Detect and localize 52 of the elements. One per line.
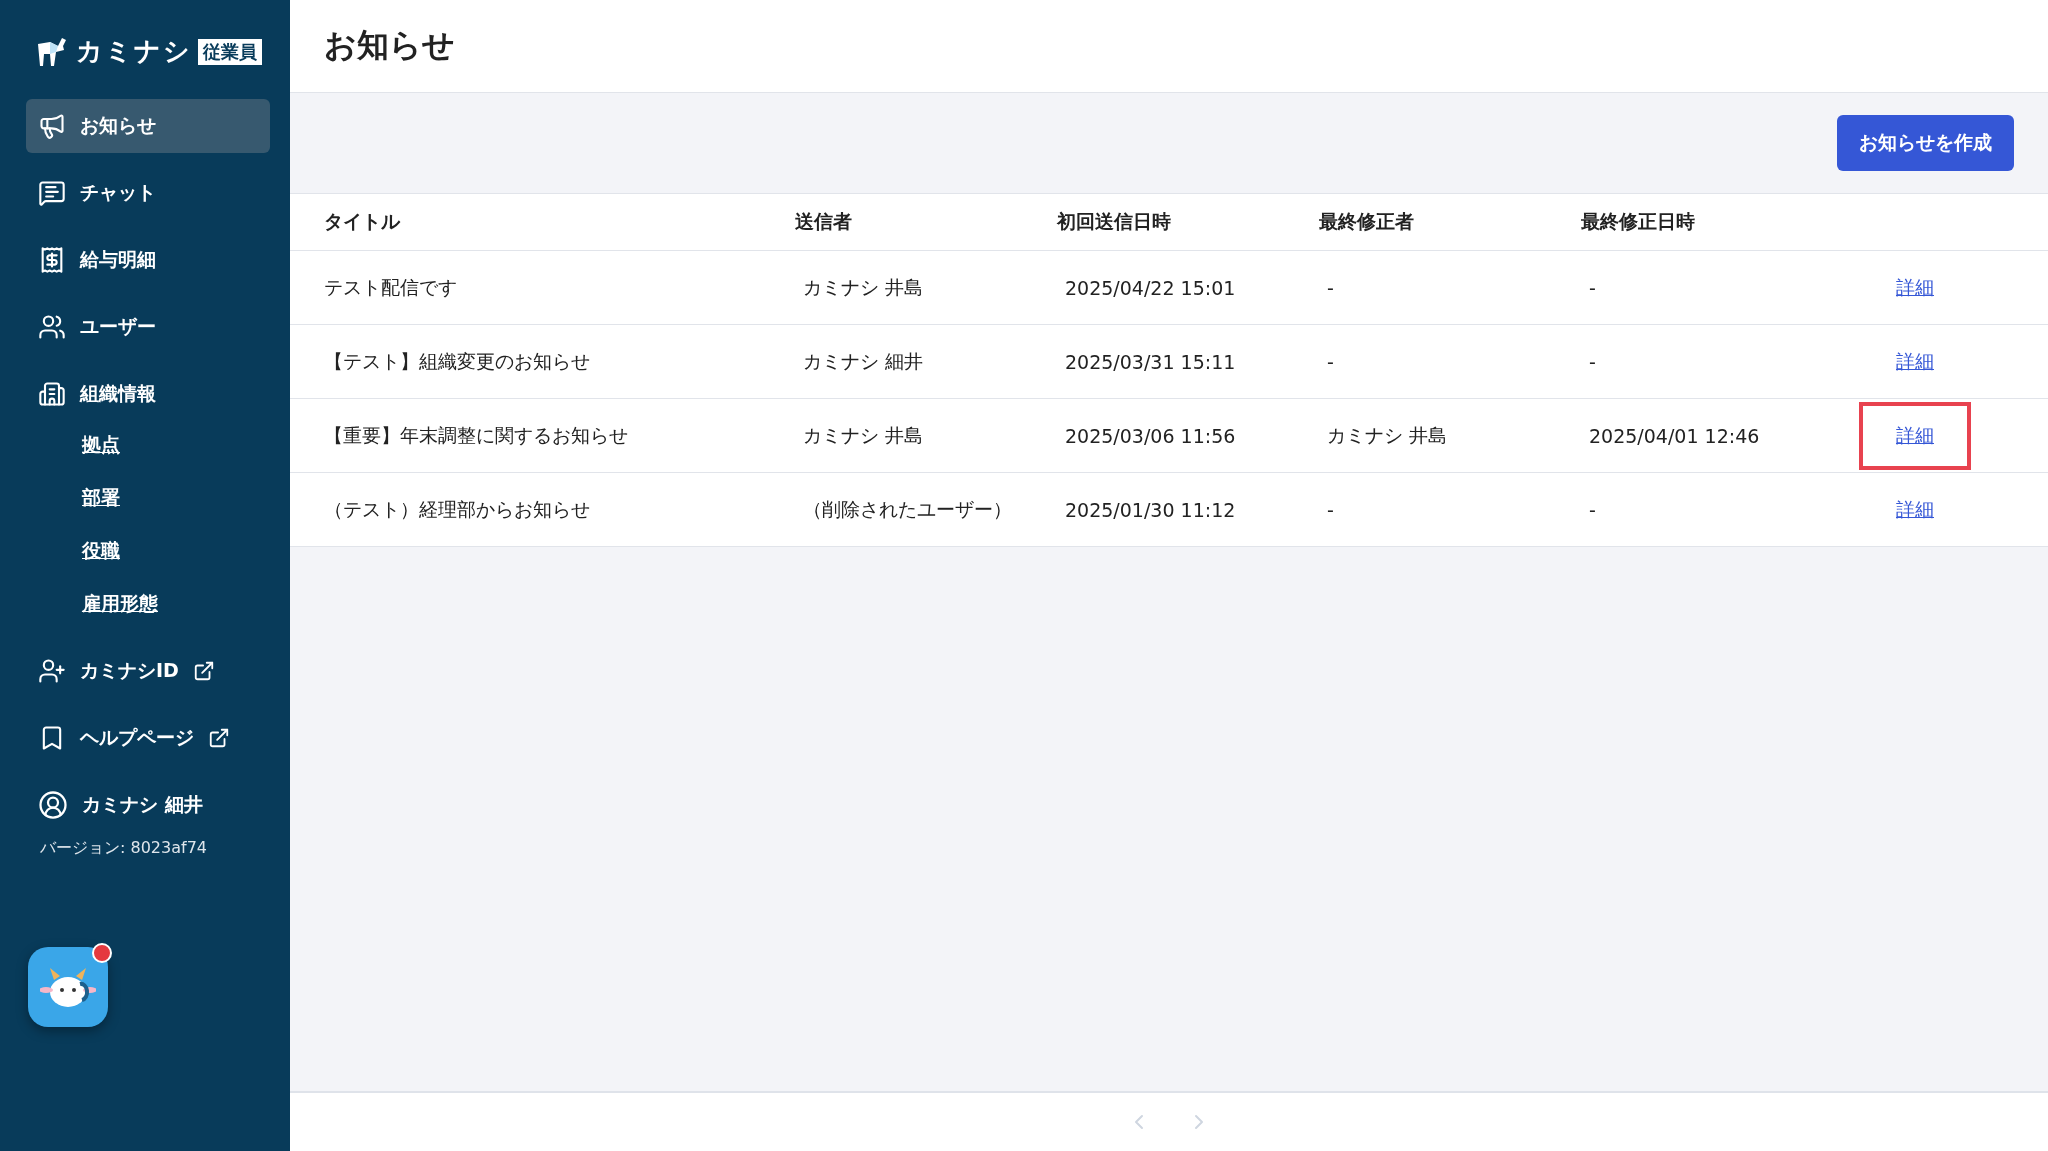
megaphone-icon	[38, 112, 66, 140]
table-cell: 【重要】年末調整に関するお知らせ	[290, 399, 795, 473]
sidebar-subitem[interactable]: 部署	[82, 477, 290, 517]
version-text: バージョン: 8023af74	[40, 838, 208, 859]
sidebar-item[interactable]: チャット	[26, 166, 270, 220]
table-cell: （削除されたユーザー）	[795, 473, 1057, 547]
users-icon	[38, 313, 66, 341]
sidebar-subitem[interactable]: 拠点	[82, 424, 290, 464]
sidebar-item[interactable]: お知らせ	[26, 99, 270, 153]
sidebar-subitem[interactable]: 雇用形態	[82, 583, 290, 623]
column-header: 最終修正日時	[1581, 193, 1851, 251]
sidebar-item[interactable]: 給与明細	[26, 233, 270, 287]
detail-link[interactable]: 詳細	[1859, 253, 1971, 322]
user-avatar-icon	[38, 790, 68, 820]
column-header: 送信者	[795, 193, 1057, 251]
create-notice-button[interactable]: お知らせを作成	[1837, 115, 2014, 171]
table-cell: カミナシ 井島	[795, 399, 1057, 473]
table-cell: （テスト）経理部からお知らせ	[290, 473, 795, 547]
sidebar-item[interactable]: カミナシID	[26, 644, 270, 698]
detail-link[interactable]: 詳細	[1859, 401, 1971, 470]
user-plus-icon	[38, 657, 66, 685]
page-title: お知らせ	[324, 25, 455, 66]
table-cell: 2025/03/06 11:56	[1057, 399, 1319, 473]
detail-link[interactable]: 詳細	[1859, 327, 1971, 396]
table-cell: カミナシ 井島	[1319, 399, 1581, 473]
chat-icon	[38, 179, 66, 207]
table-cell: カミナシ 井島	[795, 251, 1057, 325]
sidebar-item[interactable]: ユーザー	[26, 300, 270, 354]
sidebar-item[interactable]: ヘルプページ	[26, 711, 270, 765]
table-cell: テスト配信です	[290, 251, 795, 325]
table-cell: 【テスト】組織変更のお知らせ	[290, 325, 795, 399]
table-cell: -	[1581, 325, 1851, 399]
table-cell: -	[1319, 325, 1581, 399]
user-name: カミナシ 細井	[82, 792, 203, 817]
table-cell: -	[1581, 251, 1851, 325]
table-cell: カミナシ 細井	[795, 325, 1057, 399]
table-cell: -	[1319, 251, 1581, 325]
detail-link[interactable]: 詳細	[1859, 475, 1971, 544]
table-cell: -	[1319, 473, 1581, 547]
table-cell: 2025/04/01 12:46	[1581, 399, 1851, 473]
brand-badge: 従業員	[198, 38, 262, 65]
building-icon	[38, 380, 66, 408]
column-header: 最終修正者	[1319, 193, 1581, 251]
column-header: 初回送信日時	[1057, 193, 1319, 251]
table-cell: 2025/03/31 15:11	[1057, 325, 1319, 399]
table-cell: -	[1581, 473, 1851, 547]
sidebar-subitem[interactable]: 役職	[82, 530, 290, 570]
column-header: タイトル	[290, 193, 795, 251]
table-cell: 2025/01/30 11:12	[1057, 473, 1319, 547]
sidebar-item[interactable]: 組織情報	[26, 367, 270, 421]
table-cell: 2025/04/22 15:01	[1057, 251, 1319, 325]
brand-name: カミナシ	[76, 35, 192, 68]
